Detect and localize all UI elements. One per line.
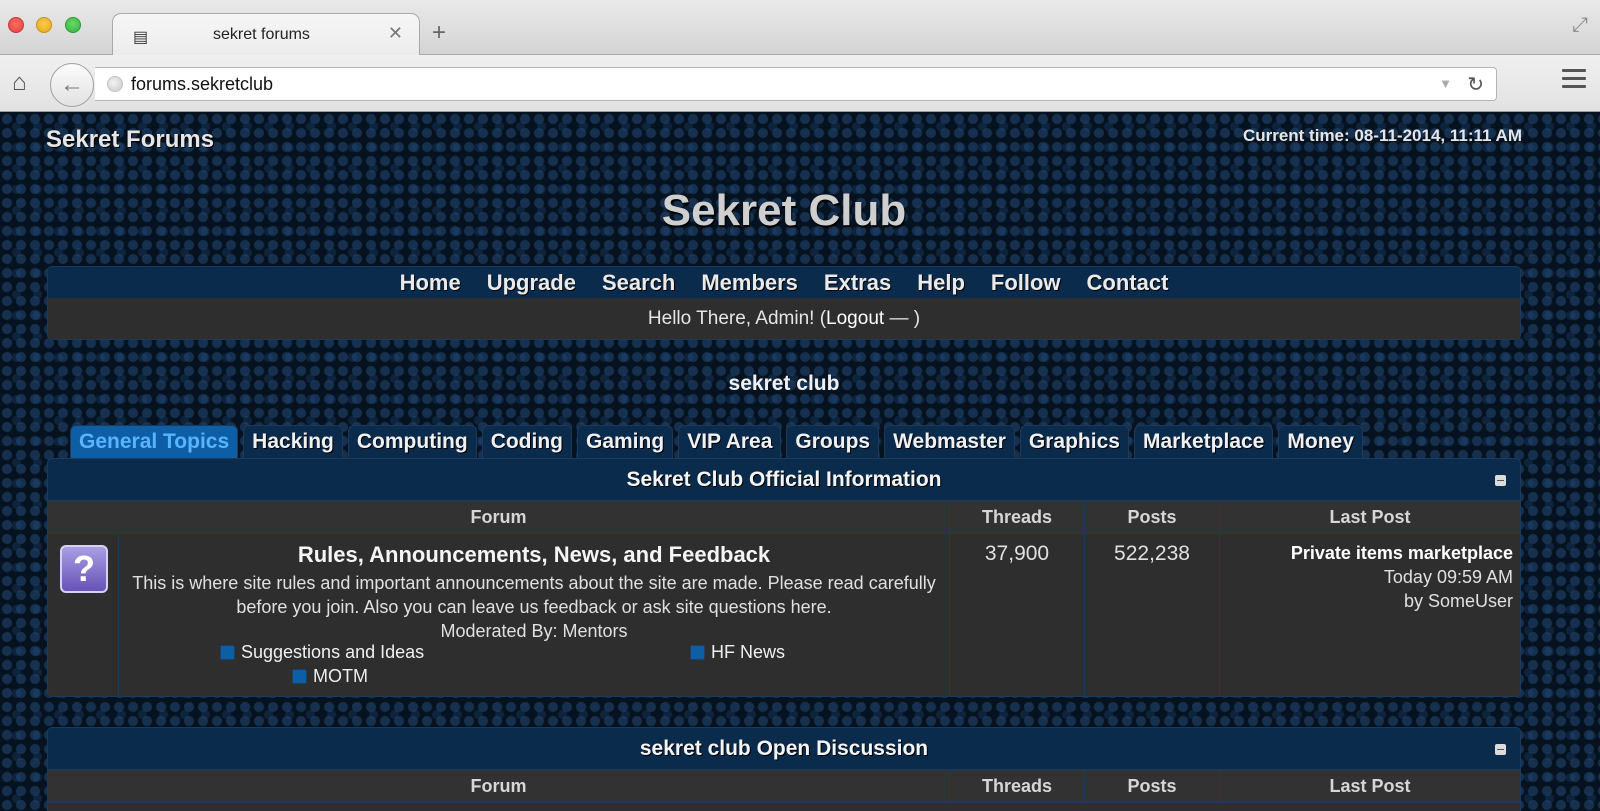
main-menu: Home Upgrade Search Members Extras Help … <box>47 266 1521 340</box>
tab-groups[interactable]: Groups <box>786 425 880 461</box>
collapse-icon[interactable] <box>1495 744 1506 755</box>
tab-marketplace[interactable]: Marketplace <box>1133 425 1274 461</box>
post-count: 522,238 <box>1085 534 1220 696</box>
browser-nav-bar: ⌂ ← forums.sekretclub ▼ ↻ <box>0 55 1600 112</box>
table-header: Sekret Club Official Information <box>48 459 1520 501</box>
forum-moderators: Moderated By: Mentors <box>440 621 628 641</box>
category-title[interactable]: sekret club Open Discussion <box>48 728 1520 770</box>
zoom-window-button[interactable] <box>65 17 81 33</box>
menu-link-help[interactable]: Help <box>917 267 965 298</box>
subforum-suggestions[interactable]: Suggestions and Ideas <box>220 642 424 663</box>
forum-description: This is where site rules and important a… <box>132 573 936 617</box>
url-bar[interactable]: forums.sekretclub ▼ ↻ <box>95 67 1497 101</box>
tab-gaming[interactable]: Gaming <box>577 425 674 461</box>
table-header: sekret club Open Discussion <box>48 728 1520 770</box>
question-mark-icon: ? <box>60 545 108 593</box>
menu-link-upgrade[interactable]: Upgrade <box>487 267 576 298</box>
laptop-icon: ▤ <box>133 29 149 46</box>
subforum-icon <box>220 645 235 660</box>
menu-link-search[interactable]: Search <box>602 267 675 298</box>
column-posts: Posts <box>1085 770 1220 802</box>
fullscreen-icon[interactable]: ⤢ <box>1572 14 1588 37</box>
plus-icon[interactable]: + <box>432 19 446 47</box>
globe-icon <box>107 76 123 92</box>
last-post-author[interactable]: by SomeUser <box>1220 589 1513 613</box>
collapse-icon[interactable] <box>1495 475 1506 486</box>
forum-icon-cell: ? <box>48 534 119 696</box>
menu-link-extras[interactable]: Extras <box>824 267 891 298</box>
subforum-icon <box>292 669 307 684</box>
tab-webmaster[interactable]: Webmaster <box>884 425 1015 461</box>
home-icon[interactable]: ⌂ <box>12 69 27 97</box>
minimize-window-button[interactable] <box>36 17 52 33</box>
subforum-icon <box>690 645 705 660</box>
site-name[interactable]: Sekret Forums <box>46 126 214 154</box>
browser-tab[interactable]: ▤ sekret forums ✕ <box>112 13 420 56</box>
welcome-bar: Hello There, Admin! (Logout — ) <box>48 298 1520 339</box>
reload-icon[interactable]: ↻ <box>1467 72 1484 97</box>
forum-name[interactable]: Rules, Announcements, News, and Feedback <box>119 542 949 568</box>
last-post-time: Today 09:59 AM <box>1383 567 1513 587</box>
tab-coding[interactable]: Coding <box>481 425 572 461</box>
menu-link-contact[interactable]: Contact <box>1087 267 1169 298</box>
browser-tab-title: sekret forums <box>213 26 310 43</box>
subforum-list: Suggestions and Ideas HF News MOTM <box>119 642 949 692</box>
logout-link[interactable]: Logout <box>826 308 884 329</box>
dropdown-icon[interactable]: ▼ <box>1439 76 1452 91</box>
tab-vip-area[interactable]: VIP Area <box>678 425 782 461</box>
last-post-title[interactable]: Private items marketplace <box>1220 541 1513 565</box>
greeting-end: — ) <box>884 308 921 329</box>
forum-category-table: Sekret Club Official Information Forum T… <box>47 458 1521 697</box>
subforum-motm[interactable]: MOTM <box>292 666 368 687</box>
tab-computing[interactable]: Computing <box>347 425 477 461</box>
column-threads: Threads <box>950 770 1085 802</box>
column-threads: Threads <box>950 501 1085 533</box>
menu-link-follow[interactable]: Follow <box>991 267 1061 298</box>
back-arrow-icon[interactable]: ← <box>50 63 94 107</box>
menu-link-home[interactable]: Home <box>400 267 461 298</box>
hamburger-menu-icon[interactable] <box>1562 69 1586 91</box>
site-logo[interactable]: Sekret Club <box>0 186 1568 236</box>
tab-general-topics[interactable]: General Topics <box>70 425 239 461</box>
table-row: ? Rules, Announcements, News, and Feedba… <box>48 534 1520 696</box>
greeting-text: Hello There, Admin! ( <box>647 308 827 329</box>
column-last-post: Last Post <box>1329 776 1411 796</box>
category-tabs: General Topics Hacking Computing Coding … <box>70 425 1363 461</box>
forum-info: Rules, Announcements, News, and Feedback… <box>119 534 950 696</box>
column-headers: Forum Threads Posts Last Post <box>48 770 1520 803</box>
url-text[interactable]: forums.sekretclub <box>131 74 273 95</box>
tab-hacking[interactable]: Hacking <box>243 425 343 461</box>
close-icon[interactable]: ✕ <box>388 23 403 44</box>
column-posts: Posts <box>1085 501 1220 533</box>
column-last-post: Last Post <box>1329 507 1411 527</box>
tab-graphics[interactable]: Graphics <box>1019 425 1129 461</box>
subforum-hf-news[interactable]: HF News <box>690 642 785 663</box>
browser-tab-bar: ▤ sekret forums ✕ + ⤢ <box>0 0 1600 56</box>
menu-link-members[interactable]: Members <box>701 267 798 298</box>
current-time: Current time: 08-11-2014, 11:11 AM <box>1242 126 1522 145</box>
forum-category-table: sekret club Open Discussion Forum Thread… <box>47 727 1521 811</box>
column-headers: Forum Threads Posts Last Post <box>48 501 1520 534</box>
column-forum: Forum <box>48 501 950 533</box>
tab-money[interactable]: Money <box>1278 425 1363 461</box>
menu-links: Home Upgrade Search Members Extras Help … <box>48 267 1520 298</box>
section-title: sekret club <box>728 372 840 395</box>
last-post: Private items marketplace Today 09:59 AM… <box>1220 534 1520 696</box>
thread-count: 37,900 <box>950 534 1085 696</box>
close-window-button[interactable] <box>8 17 24 33</box>
column-forum: Forum <box>48 770 950 802</box>
category-title[interactable]: Sekret Club Official Information <box>48 459 1520 501</box>
forum-page: Sekret Forums Current time: 08-11-2014, … <box>0 112 1600 811</box>
